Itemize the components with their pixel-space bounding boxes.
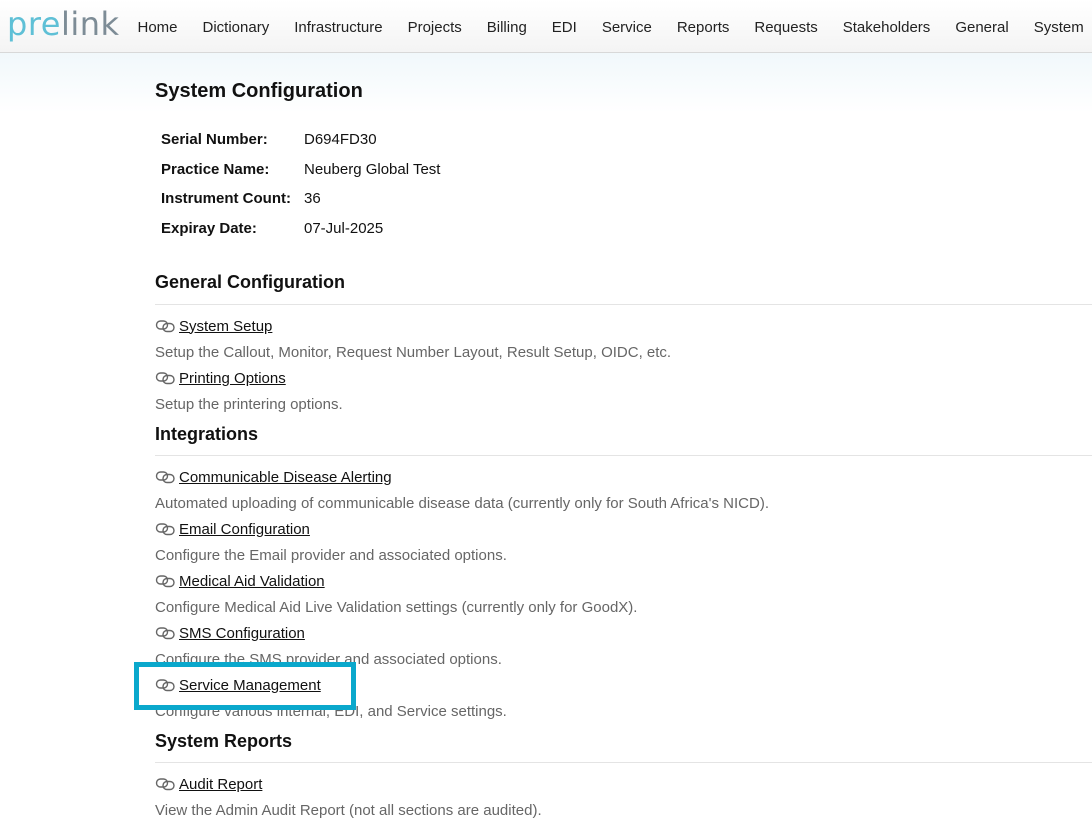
info-label: Serial Number: [161,131,268,149]
link-icon [155,372,175,385]
nav-infrastructure[interactable]: Infrastructure [282,0,395,52]
link-label[interactable]: SMS Configuration [179,625,305,642]
info-value: 07-Jul-2025 [304,220,384,238]
nav-home[interactable]: Home [125,0,190,52]
info-row-expiry: Expiray Date: 07-Jul-2025 [161,214,440,244]
link-sms-configuration[interactable]: SMS Configuration [155,623,305,643]
section-divider [155,304,1092,305]
nav-billing[interactable]: Billing [474,0,539,52]
link-email-configuration[interactable]: Email Configuration [155,519,310,539]
nav-edi[interactable]: EDI [539,0,589,52]
link-icon [155,778,175,791]
link-icon [155,471,175,484]
section-title-integrations: Integrations [155,424,259,444]
main-menu: Home Dictionary Infrastructure Projects … [125,0,1092,52]
link-label[interactable]: Printing Options [179,370,286,387]
link-printing-options[interactable]: Printing Options [155,368,286,388]
info-label: Instrument Count: [161,190,291,208]
nav-system[interactable]: System [1021,0,1092,52]
link-description: Configure the Email provider and associa… [155,547,507,564]
service-management-highlight [134,662,356,710]
section-title-reports: System Reports [155,731,293,751]
link-system-setup[interactable]: System Setup [155,316,272,336]
link-description: Configure Medical Aid Live Validation se… [155,599,638,616]
info-row-serial: Serial Number: D694FD30 [161,125,440,155]
logo-text-part1: pre [7,5,61,43]
link-description: Setup the Callout, Monitor, Request Numb… [155,344,672,361]
info-label: Expiray Date: [161,220,257,238]
system-info-table: Serial Number: D694FD30 Practice Name: N… [161,125,440,243]
info-value: Neuberg Global Test [304,160,441,178]
link-audit-report[interactable]: Audit Report [155,774,262,794]
page-title: System Configuration [155,80,363,102]
link-icon [155,627,175,640]
nav-general[interactable]: General [943,0,1021,52]
nav-projects[interactable]: Projects [395,0,474,52]
link-communicable-disease-alerting[interactable]: Communicable Disease Alerting [155,467,392,487]
prelink-logo[interactable]: prelink [7,2,120,46]
link-label[interactable]: System Setup [179,318,272,335]
info-value: 36 [304,190,321,208]
link-label[interactable]: Communicable Disease Alerting [179,469,392,486]
link-description: Setup the printering options. [155,396,343,413]
nav-reports[interactable]: Reports [664,0,742,52]
link-description: Automated uploading of communicable dise… [155,495,770,512]
info-label: Practice Name: [161,160,270,178]
section-divider [155,762,1092,763]
section-title-general: General Configuration [155,272,346,292]
nav-service[interactable]: Service [589,0,664,52]
top-navigation-bar: prelink Home Dictionary Infrastructure P… [0,0,1092,53]
link-icon [155,575,175,588]
logo-text-part2: link [60,5,120,43]
info-value: D694FD30 [304,131,377,149]
section-divider [155,455,1092,456]
nav-dictionary[interactable]: Dictionary [190,0,282,52]
nav-stakeholders[interactable]: Stakeholders [830,0,943,52]
link-label[interactable]: Email Configuration [179,521,310,538]
nav-requests[interactable]: Requests [742,0,830,52]
link-label[interactable]: Medical Aid Validation [179,573,325,590]
info-row-practice: Practice Name: Neuberg Global Test [161,155,440,185]
link-icon [155,523,175,536]
link-icon [155,320,175,333]
link-description: View the Admin Audit Report (not all sec… [155,802,542,819]
link-medical-aid-validation[interactable]: Medical Aid Validation [155,571,325,591]
link-label[interactable]: Audit Report [179,776,262,793]
info-row-instrument-count: Instrument Count: 36 [161,184,440,214]
